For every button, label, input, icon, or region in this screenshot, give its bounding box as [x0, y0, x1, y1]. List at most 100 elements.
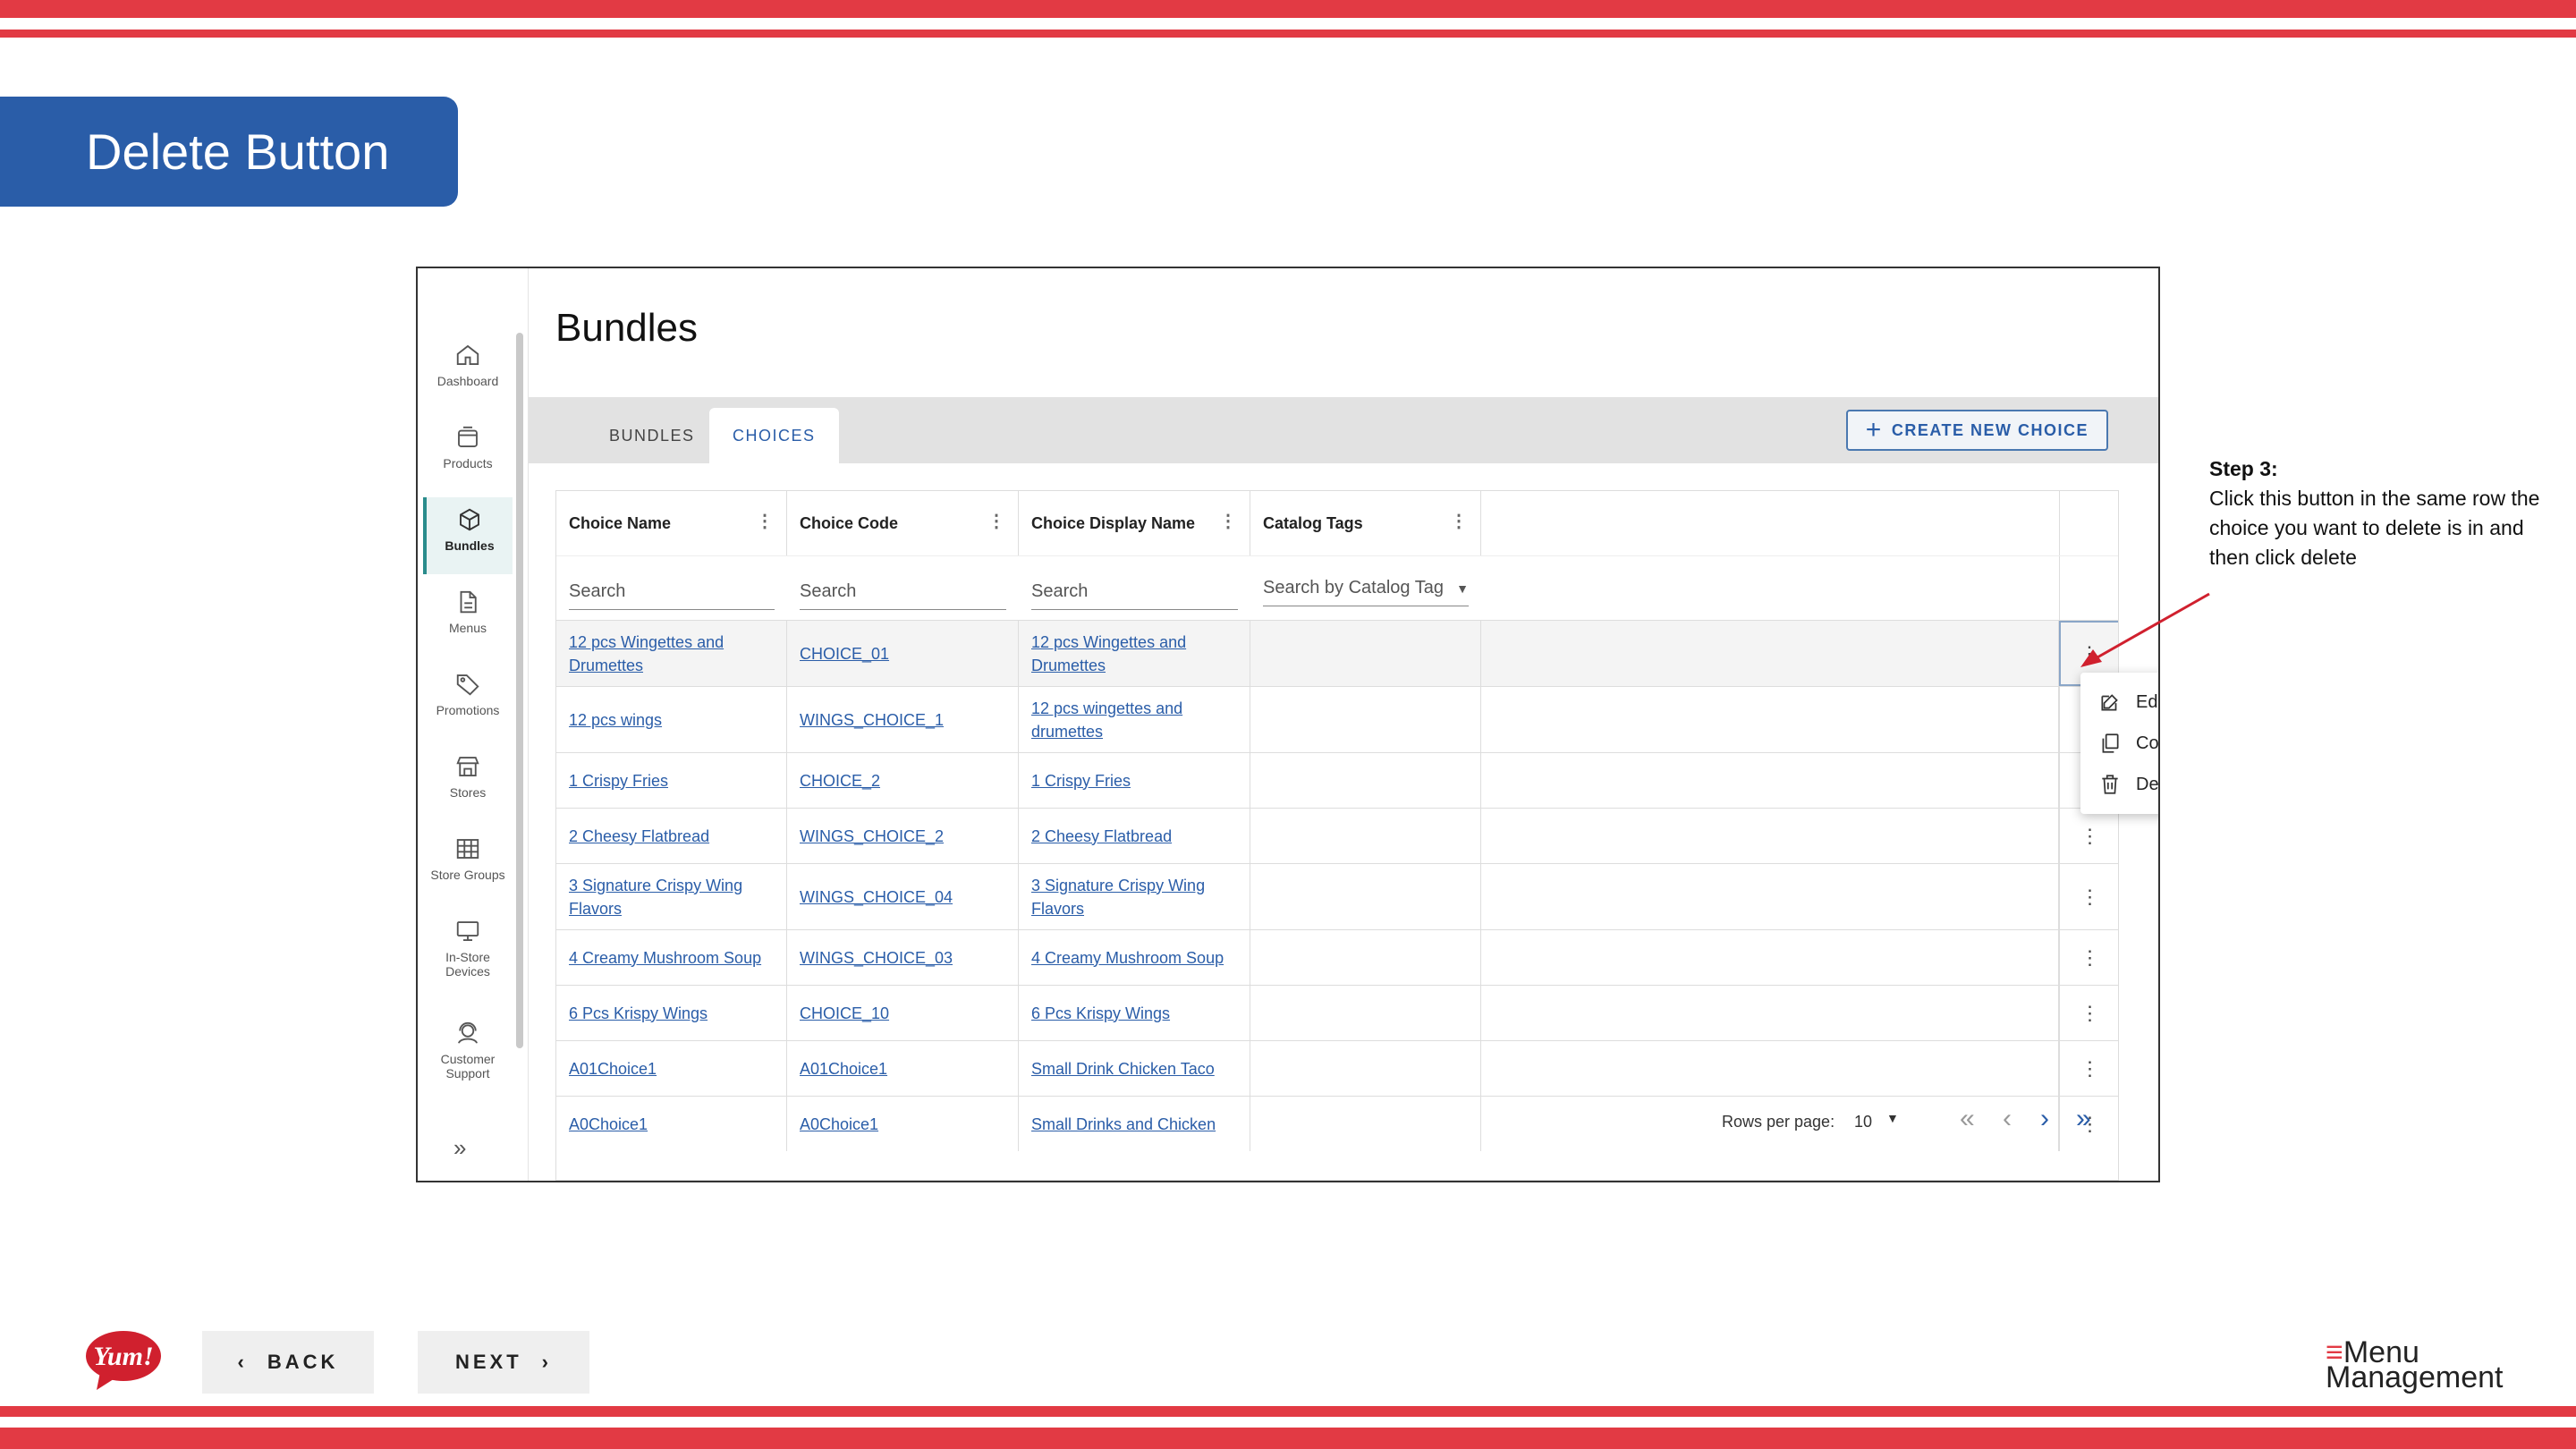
menu-item-edit[interactable]: Edit: [2080, 682, 2158, 723]
column-menu-icon[interactable]: ⋮: [1219, 513, 1237, 530]
choice-code-link[interactable]: CHOICE_10: [787, 986, 1019, 1040]
tag-icon: [456, 674, 479, 696]
next-button-label: NEXT: [454, 1351, 522, 1373]
sidebar-item-dashboard[interactable]: Dashboard: [423, 333, 513, 410]
top-stripe-thin: [0, 30, 2576, 38]
column-header-choice-name[interactable]: Choice Name ⋮: [556, 491, 787, 555]
column-menu-icon[interactable]: ⋮: [1450, 513, 1468, 530]
top-stripe: [0, 0, 2576, 18]
table-row[interactable]: 2 Cheesy Flatbread WINGS_CHOICE_2 2 Cheesy…: [556, 808, 2118, 863]
choice-code-link[interactable]: CHOICE_01: [787, 621, 1019, 686]
spacer-cell: [1481, 687, 2059, 752]
choice-name-link[interactable]: 12 pcs wings: [556, 687, 787, 752]
choice-display-name-link[interactable]: Small Drink Chicken Taco: [1019, 1041, 1250, 1096]
sidebar-scrollbar[interactable]: [516, 333, 523, 1048]
caret-down-icon[interactable]: ▼: [1886, 1111, 1899, 1125]
choice-display-name-link[interactable]: 2 Cheesy Flatbread: [1019, 809, 1250, 863]
next-button[interactable]: NEXT ›: [418, 1331, 589, 1394]
column-header-catalog-tags[interactable]: Catalog Tags ⋮: [1250, 491, 1481, 555]
main-content: Bundles BUNDLES CHOICES + CREATE NEW CHO…: [529, 268, 2158, 1181]
caret-down-icon: ▼: [1456, 580, 1469, 596]
table-row[interactable]: 3 Signature Crispy Wing Flavors WINGS_CHO…: [556, 863, 2118, 929]
sidebar-item-menus[interactable]: Menus: [423, 580, 513, 657]
column-header-choice-code[interactable]: Choice Code ⋮: [787, 491, 1019, 555]
choice-display-name-link[interactable]: 1 Crispy Fries: [1019, 753, 1250, 808]
back-button[interactable]: ‹ BACK: [202, 1331, 374, 1394]
first-page-icon[interactable]: «: [1960, 1104, 1975, 1134]
sidebar-item-label: Stores: [449, 785, 487, 800]
choice-name-link[interactable]: 12 pcs Wingettes and Drumettes: [556, 621, 787, 686]
choice-code-link[interactable]: WINGS_CHOICE_03: [787, 930, 1019, 985]
last-page-icon[interactable]: »: [2076, 1104, 2091, 1134]
column-header-label: Choice Display Name: [1031, 513, 1196, 532]
row-actions-kebab-icon[interactable]: ⋮: [2059, 809, 2118, 863]
table-row[interactable]: 12 pcs Wingettes and Drumettes CHOICE_01 1…: [556, 620, 2118, 686]
bottom-stripe: [0, 1428, 2576, 1449]
choice-code-link[interactable]: WINGS_CHOICE_1: [787, 687, 1019, 752]
table-row[interactable]: 1 Crispy FriesCHOICE_21 Crispy Fries⋮: [556, 752, 2118, 808]
choice-display-name-link[interactable]: 12 pcs Wingettes and Drumettes: [1019, 621, 1250, 686]
trash-icon: [2102, 775, 2118, 794]
choice-name-link[interactable]: 4 Creamy Mushroom Soup: [556, 930, 787, 985]
column-menu-icon[interactable]: ⋮: [756, 513, 774, 530]
row-actions-kebab-icon[interactable]: ⋮: [2059, 1041, 2118, 1096]
table-row[interactable]: 12 pcs wings WINGS_CHOICE_1 12 pcs wingett…: [556, 686, 2118, 752]
spacer-cell: [1481, 621, 2059, 686]
catalog-tags-cell: [1250, 687, 1481, 752]
sidebar-item-in-store-devices[interactable]: In-Store Devices: [423, 909, 513, 1004]
catalog-tag-search-select[interactable]: Search by Catalog Tag ▼: [1263, 571, 1469, 606]
table-row[interactable]: A01Choice1 A01Choice1 Small Drink Chicken …: [556, 1040, 2118, 1096]
choice-code-link[interactable]: WINGS_CHOICE_2: [787, 809, 1019, 863]
menu-item-delete[interactable]: Delete: [2080, 764, 2158, 805]
sidebar-item-bundles[interactable]: Bundles: [423, 497, 513, 574]
menu-item-copy[interactable]: Copy: [2080, 723, 2158, 764]
choice-display-name-link[interactable]: 12 pcs wingettes and drumettes: [1019, 687, 1250, 752]
table-row[interactable]: 6 Pcs Krispy Wings CHOICE_10 6 Pcs Krispy …: [556, 985, 2118, 1040]
create-new-choice-button[interactable]: + CREATE NEW CHOICE: [1845, 410, 2108, 451]
previous-page-icon[interactable]: ‹: [2003, 1104, 2012, 1134]
choice-display-name-link[interactable]: 6 Pcs Krispy Wings: [1019, 986, 1250, 1040]
sidebar-item-customer-support[interactable]: Customer Support: [423, 1011, 513, 1106]
next-page-icon[interactable]: ›: [2040, 1104, 2049, 1134]
chevron-right-icon: ›: [541, 1351, 552, 1373]
box-icon: [458, 426, 478, 447]
column-menu-icon[interactable]: ⋮: [987, 513, 1005, 530]
double-chevron-right-icon[interactable]: »: [453, 1134, 466, 1162]
brand-line-2: Management: [2326, 1360, 2504, 1394]
catalog-tags-cell: [1250, 809, 1481, 863]
sidebar-item-products[interactable]: Products: [423, 415, 513, 492]
catalog-tags-cell: [1250, 930, 1481, 985]
choice-code-link[interactable]: CHOICE_2: [787, 753, 1019, 808]
choice-code-search-input[interactable]: Search: [800, 574, 1006, 610]
tab-choices[interactable]: CHOICES: [709, 408, 839, 463]
catalog-tags-cell: [1250, 1041, 1481, 1096]
row-action-menu: Edit Copy Delete: [2080, 673, 2158, 814]
sidebar-item-label: Products: [443, 456, 493, 470]
sidebar-item-stores[interactable]: Stores: [423, 744, 513, 821]
choice-name-search-input[interactable]: Search: [569, 574, 775, 610]
table-row[interactable]: 4 Creamy Mushroom Soup WINGS_CHOICE_03 4 C…: [556, 929, 2118, 985]
row-actions-kebab-icon[interactable]: ⋮: [2059, 864, 2118, 929]
sidebar-item-store-groups[interactable]: Store Groups: [423, 826, 513, 903]
choice-name-link[interactable]: 3 Signature Crispy Wing Flavors: [556, 864, 787, 929]
choice-name-link[interactable]: 1 Crispy Fries: [556, 753, 787, 808]
support-icon: [458, 1021, 478, 1044]
column-header-choice-display-name[interactable]: Choice Display Name ⋮: [1019, 491, 1250, 555]
choice-name-link[interactable]: 2 Cheesy Flatbread: [556, 809, 787, 863]
sidebar: Dashboard Products Bundles Menus Promoti…: [418, 268, 529, 1181]
bottom-stripe-thin: [0, 1406, 2576, 1417]
row-actions-kebab-icon[interactable]: ⋮: [2059, 986, 2118, 1040]
sidebar-item-promotions[interactable]: Promotions: [423, 662, 513, 739]
actions-column-header: [2059, 491, 2118, 555]
choice-name-link[interactable]: A01Choice1: [556, 1041, 787, 1096]
choice-display-name-link[interactable]: 3 Signature Crispy Wing Flavors: [1019, 864, 1250, 929]
choice-display-name-search-input[interactable]: Search: [1031, 574, 1238, 610]
sidebar-item-label: Promotions: [436, 703, 500, 717]
choice-display-name-link[interactable]: 4 Creamy Mushroom Soup: [1019, 930, 1250, 985]
choice-code-link[interactable]: WINGS_CHOICE_04: [787, 864, 1019, 929]
choice-name-link[interactable]: 6 Pcs Krispy Wings: [556, 986, 787, 1040]
choice-code-link[interactable]: A01Choice1: [787, 1041, 1019, 1096]
rows-per-page-select[interactable]: 10: [1854, 1113, 1872, 1131]
tab-bundles[interactable]: BUNDLES: [586, 408, 718, 463]
row-actions-kebab-icon[interactable]: ⋮: [2059, 930, 2118, 985]
